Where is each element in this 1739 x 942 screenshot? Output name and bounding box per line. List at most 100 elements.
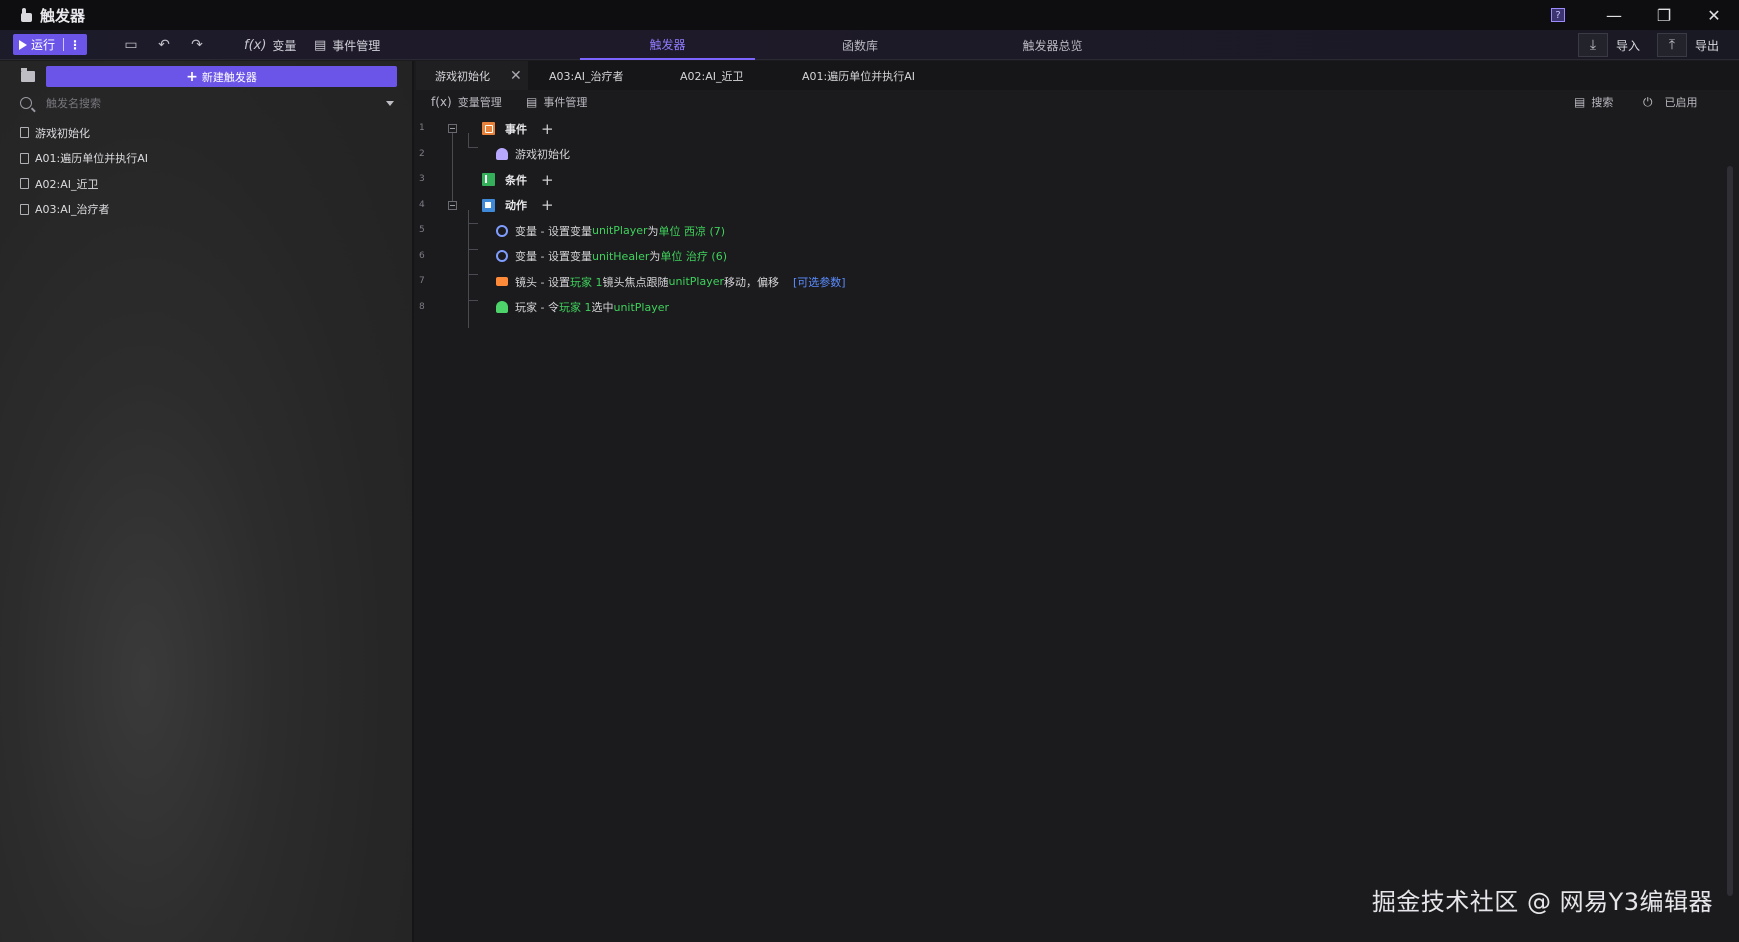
export-button[interactable]: ⤒ 导出 — [1657, 30, 1719, 60]
action-row-player-select[interactable]: 玩家 - 令 玩家 1 选中 unitPlayer — [496, 295, 669, 321]
doc-tab-a01[interactable]: A01:遍历单位并执行AI — [802, 61, 915, 90]
enabled-label: 已启用 — [1664, 96, 1698, 109]
line-number: 3 — [419, 174, 425, 184]
line-number: 5 — [419, 225, 425, 235]
collapse-toggle-events[interactable] — [448, 124, 457, 133]
doc-tab-a02[interactable]: A02:AI_近卫 — [680, 61, 744, 90]
camera-icon — [496, 277, 508, 287]
tree-guide — [468, 274, 478, 275]
run-button[interactable]: 运行 ⋮ — [13, 34, 87, 55]
undo-icon[interactable]: ↶ — [157, 38, 171, 52]
power-icon: ⏻ — [1643, 94, 1653, 109]
line-number: 4 — [419, 199, 425, 210]
trigger-item-label: A02:AI_近卫 — [35, 177, 99, 191]
close-button[interactable]: ✕ — [1689, 0, 1739, 30]
actions-section-row[interactable]: 动作 + — [482, 193, 554, 219]
play-icon — [19, 39, 27, 50]
player-token[interactable]: 玩家 1 — [559, 299, 592, 315]
value-token[interactable]: 单位 西凉 (7) — [659, 223, 726, 239]
redo-icon[interactable]: ↷ — [190, 38, 204, 52]
trigger-item-a03[interactable]: A03:AI_治疗者 — [20, 197, 400, 223]
line-number: 1 — [419, 123, 425, 133]
variables-label: 变量 — [272, 39, 297, 53]
action-icon — [482, 198, 495, 212]
save-icon[interactable]: ▭ — [124, 38, 138, 52]
enabled-toggle[interactable]: ⏻ 已启用 — [1643, 94, 1698, 110]
restore-button[interactable]: ❐ — [1639, 0, 1689, 30]
trigger-item-a02[interactable]: A02:AI_近卫 — [20, 171, 400, 197]
variable-token[interactable]: unitPlayer — [613, 301, 669, 314]
event-row-game-init[interactable]: 游戏初始化 — [496, 142, 570, 168]
run-divider — [63, 38, 65, 51]
document-icon: ▤ — [526, 95, 538, 109]
tree-guide — [468, 133, 469, 147]
trigger-list-panel: + 新建触发器 游戏初始化 A01:遍历单位并执行AI A02:AI_近卫 A0… — [0, 61, 414, 942]
tab-trigger-overview[interactable]: 触发器总览 — [965, 30, 1140, 60]
minimize-button[interactable]: — — [1589, 0, 1639, 30]
player-token[interactable]: 玩家 1 — [570, 274, 603, 290]
variable-token[interactable]: unitPlayer — [668, 275, 724, 288]
line-number: 6 — [419, 250, 425, 261]
function-icon: f(x) — [244, 38, 267, 53]
add-condition-icon[interactable]: + — [541, 172, 554, 187]
window-title: 触发器 — [40, 6, 86, 25]
optional-params-link[interactable]: [可选参数] — [793, 274, 846, 290]
variables-button[interactable]: f(x) 变量 — [244, 37, 296, 54]
help-icon[interactable]: ? — [1551, 8, 1565, 22]
document-tabs: 游戏初始化 ✕ A03:AI_治疗者 A02:AI_近卫 A01:遍历单位并执行… — [416, 61, 1739, 90]
tree-guide — [468, 147, 478, 148]
action-row-set-unitplayer[interactable]: 变量 - 设置变量 unitPlayer 为 单位 西凉 (7) — [496, 218, 725, 244]
variable-manage-button[interactable]: f(x) 变量管理 — [431, 94, 502, 110]
events-section-row[interactable]: 事件 + — [482, 116, 554, 142]
search-doc-icon: ▤ — [1574, 95, 1586, 109]
doc-tab-a03[interactable]: A03:AI_治疗者 — [549, 61, 624, 90]
folder-icon[interactable] — [21, 68, 35, 82]
add-event-icon[interactable]: + — [541, 121, 554, 136]
search-button[interactable]: ▤ 搜索 — [1574, 94, 1613, 110]
trigger-item-label: A01:遍历单位并执行AI — [35, 152, 148, 166]
app-hand-icon — [18, 7, 34, 23]
actions-label: 动作 — [505, 199, 527, 213]
action-text: 为 — [647, 224, 659, 238]
variable-manage-label: 变量管理 — [457, 96, 502, 109]
import-button[interactable]: ⤓ 导入 — [1578, 30, 1640, 60]
add-action-icon[interactable]: + — [541, 198, 554, 213]
line-number: 8 — [419, 301, 425, 312]
vertical-scrollbar[interactable] — [1727, 166, 1733, 896]
trigger-search-input[interactable] — [46, 96, 366, 110]
event-manage-sub-button[interactable]: ▤ 事件管理 — [526, 94, 587, 110]
tab-function-library[interactable]: 函数库 — [775, 30, 945, 60]
doc-tab-game-init[interactable]: 游戏初始化 ✕ — [416, 61, 528, 90]
variable-token[interactable]: unitHealer — [592, 250, 649, 263]
trigger-item-game-init[interactable]: 游戏初始化 — [20, 120, 400, 146]
trigger-item-label: 游戏初始化 — [35, 126, 90, 140]
tab-triggers[interactable]: 触发器 — [580, 30, 755, 60]
variable-icon — [496, 250, 508, 263]
event-manage-button[interactable]: ▤ 事件管理 — [314, 37, 380, 54]
event-manage-sub-label: 事件管理 — [543, 96, 588, 109]
action-row-camera-follow[interactable]: 镜头 - 设置 玩家 1 镜头焦点跟随 unitPlayer 移动，偏移 [可选… — [496, 269, 846, 295]
action-text: 玩家 - 令 — [515, 301, 559, 315]
events-label: 事件 — [505, 122, 527, 136]
variable-token[interactable]: unitPlayer — [592, 224, 648, 237]
import-label: 导入 — [1616, 38, 1641, 53]
window-controls: ? — ❐ ✕ — [1551, 0, 1739, 30]
new-trigger-button[interactable]: + 新建触发器 — [46, 66, 397, 87]
editor-toolbar: f(x) 变量管理 ▤ 事件管理 ▤ 搜索 ⏻ 已启用 — [416, 90, 1739, 115]
tree-guide — [468, 223, 478, 224]
value-token[interactable]: 单位 治疗 (6) — [660, 248, 727, 264]
file-icon — [20, 127, 29, 139]
action-row-set-unithealer[interactable]: 变量 - 设置变量 unitHealer 为 单位 治疗 (6) — [496, 244, 727, 270]
import-icon: ⤓ — [1578, 33, 1608, 57]
line-numbers: 1 2 3 4 5 6 7 8 — [416, 116, 436, 320]
more-options-icon[interactable]: ⋮ — [69, 38, 81, 52]
collapse-toggle-actions[interactable] — [448, 201, 457, 210]
trigger-item-a01[interactable]: A01:遍历单位并执行AI — [20, 146, 400, 172]
conditions-section-row[interactable]: 条件 + — [482, 167, 554, 193]
line-number: 2 — [419, 148, 425, 159]
plus-icon: + — [186, 68, 198, 85]
chevron-down-icon[interactable] — [386, 100, 394, 106]
action-text: 为 — [649, 250, 661, 264]
close-icon[interactable]: ✕ — [510, 68, 522, 84]
player-icon — [496, 301, 508, 314]
